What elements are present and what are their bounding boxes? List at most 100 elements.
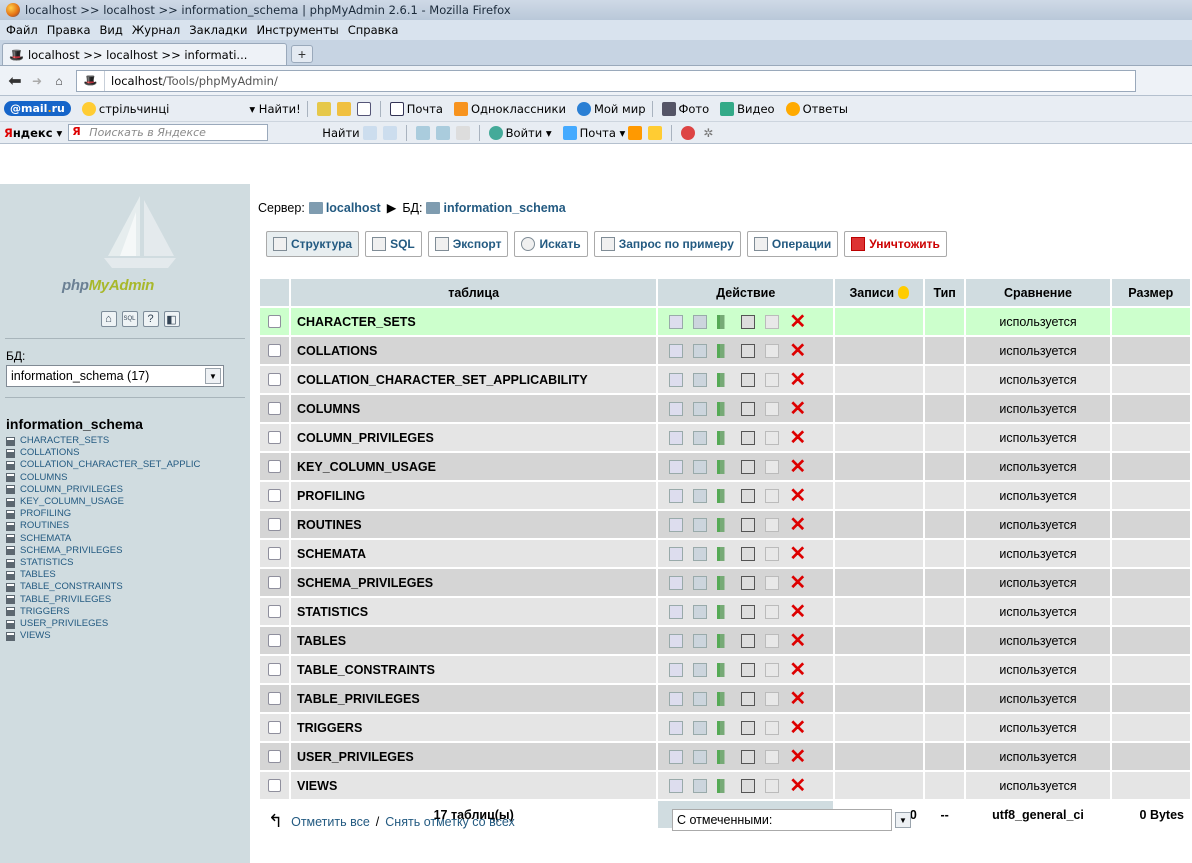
dropdown-arrow-icon[interactable]: ▼ xyxy=(205,368,221,384)
table-name[interactable]: USER_PRIVILEGES xyxy=(291,743,657,770)
table-icon[interactable] xyxy=(6,534,15,544)
insert-icon[interactable] xyxy=(717,720,732,735)
sidebar-table-item[interactable]: COLLATIONS xyxy=(6,447,250,459)
structure-icon[interactable] xyxy=(741,430,756,445)
insert-icon[interactable] xyxy=(717,691,732,706)
insert-icon[interactable] xyxy=(717,430,732,445)
structure-icon[interactable] xyxy=(741,604,756,619)
drop-icon[interactable]: ✕ xyxy=(789,747,806,767)
tab-operations[interactable]: Операции xyxy=(746,231,839,257)
search-icon[interactable] xyxy=(693,430,708,445)
search-icon[interactable] xyxy=(693,749,708,764)
table-icon[interactable] xyxy=(6,546,15,556)
row-checkbox[interactable] xyxy=(268,518,281,531)
search-icon[interactable] xyxy=(693,604,708,619)
search-icon[interactable] xyxy=(693,459,708,474)
menu-edit[interactable]: Правка xyxy=(47,23,91,37)
sidebar-table-item[interactable]: VIEWS xyxy=(6,630,250,642)
browse-icon[interactable] xyxy=(669,691,684,706)
search-icon[interactable] xyxy=(693,372,708,387)
table-row[interactable]: COLLATIONS ✕ используется xyxy=(260,337,1190,364)
sidebar-table-label[interactable]: COLUMNS xyxy=(20,472,68,484)
yandex-login[interactable]: Войти ▾ xyxy=(486,125,552,140)
forward-button[interactable]: ➜ xyxy=(26,70,48,92)
insert-icon[interactable] xyxy=(717,604,732,619)
weather-icon[interactable] xyxy=(628,125,643,140)
drop-icon[interactable]: ✕ xyxy=(789,718,806,738)
drop-icon[interactable]: ✕ xyxy=(789,515,806,535)
sidebar-table-item[interactable]: USER_PRIVILEGES xyxy=(6,618,250,630)
table-name[interactable]: STATISTICS xyxy=(291,598,657,625)
link-odnoklassniki[interactable]: Одноклассники xyxy=(451,101,566,116)
table-icon[interactable] xyxy=(6,509,15,519)
search-icon[interactable] xyxy=(693,691,708,706)
table-name[interactable]: SCHEMATA xyxy=(291,540,657,567)
insert-icon[interactable] xyxy=(717,778,732,793)
table-icon[interactable] xyxy=(6,558,15,568)
row-checkbox[interactable] xyxy=(268,547,281,560)
empty-icon[interactable] xyxy=(765,372,780,387)
table-row[interactable]: SCHEMATA ✕ используется xyxy=(260,540,1190,567)
link-mail[interactable]: Почта xyxy=(387,101,443,116)
table-row[interactable]: CHARACTER_SETS ✕ используется xyxy=(260,308,1190,335)
sidebar-table-label[interactable]: SCHEMATA xyxy=(20,533,71,545)
database-select[interactable]: information_schema (17) ▼ xyxy=(6,365,224,387)
with-selected-select[interactable]: С отмеченными: ▼ xyxy=(672,809,911,831)
sidebar-table-label[interactable]: COLLATIONS xyxy=(20,447,79,459)
sidebar-table-label[interactable]: TRIGGERS xyxy=(20,606,70,618)
sidebar-table-item[interactable]: SCHEMA_PRIVILEGES xyxy=(6,545,250,557)
table-row[interactable]: COLUMNS ✕ используется xyxy=(260,395,1190,422)
row-checkbox[interactable] xyxy=(268,431,281,444)
help-icon[interactable]: ? xyxy=(142,311,159,327)
table-icon[interactable] xyxy=(6,570,15,580)
table-row[interactable]: COLLATION_CHARACTER_SET_APPLICABILITY ✕ ис… xyxy=(260,366,1190,393)
drop-icon[interactable]: ✕ xyxy=(789,544,806,564)
breadcrumb-db[interactable]: information_schema xyxy=(443,201,565,215)
empty-icon[interactable] xyxy=(765,517,780,532)
insert-icon[interactable] xyxy=(717,575,732,590)
row-checkbox[interactable] xyxy=(268,663,281,676)
search-icon[interactable] xyxy=(693,517,708,532)
link-photo[interactable]: Фото xyxy=(659,101,709,116)
structure-icon[interactable] xyxy=(741,575,756,590)
empty-icon[interactable] xyxy=(765,575,780,590)
browse-icon[interactable] xyxy=(669,575,684,590)
structure-icon[interactable] xyxy=(741,459,756,474)
sidebar-table-label[interactable]: KEY_COLUMN_USAGE xyxy=(20,496,124,508)
empty-icon[interactable] xyxy=(765,662,780,677)
empty-icon[interactable] xyxy=(765,604,780,619)
page-icon[interactable] xyxy=(356,101,371,116)
structure-icon[interactable] xyxy=(741,314,756,329)
row-checkbox[interactable] xyxy=(268,750,281,763)
sidebar-table-label[interactable]: STATISTICS xyxy=(20,557,73,569)
table-icon[interactable] xyxy=(6,448,15,458)
sidebar-table-item[interactable]: COLUMN_PRIVILEGES xyxy=(6,484,250,496)
drop-icon[interactable]: ✕ xyxy=(789,602,806,622)
tab-query[interactable]: Запрос по примеру xyxy=(593,231,741,257)
table-name[interactable]: TABLE_CONSTRAINTS xyxy=(291,656,657,683)
sidebar-table-label[interactable]: TABLES xyxy=(20,569,56,581)
insert-icon[interactable] xyxy=(717,633,732,648)
insert-icon[interactable] xyxy=(717,459,732,474)
menu-tools[interactable]: Инструменты xyxy=(256,23,338,37)
sidebar-table-label[interactable]: SCHEMA_PRIVILEGES xyxy=(20,545,122,557)
copy-icon[interactable] xyxy=(455,125,470,140)
row-checkbox[interactable] xyxy=(268,460,281,473)
browse-icon[interactable] xyxy=(669,401,684,416)
phpmyadmin-logo[interactable]: phpMyAdmin xyxy=(0,184,250,304)
structure-icon[interactable] xyxy=(741,778,756,793)
font-icon[interactable] xyxy=(316,101,331,116)
structure-icon[interactable] xyxy=(741,633,756,648)
structure-icon[interactable] xyxy=(741,343,756,358)
drop-icon[interactable]: ✕ xyxy=(789,399,806,419)
insert-icon[interactable] xyxy=(717,662,732,677)
search-icon[interactable] xyxy=(693,662,708,677)
structure-icon[interactable] xyxy=(741,749,756,764)
structure-icon[interactable] xyxy=(741,372,756,387)
empty-icon[interactable] xyxy=(765,749,780,764)
header-table[interactable]: таблица xyxy=(291,279,657,306)
table-row[interactable]: TABLE_PRIVILEGES ✕ используется xyxy=(260,685,1190,712)
tab-drop[interactable]: Уничтожить xyxy=(844,231,947,257)
table-icon[interactable] xyxy=(6,522,15,532)
empty-icon[interactable] xyxy=(765,459,780,474)
